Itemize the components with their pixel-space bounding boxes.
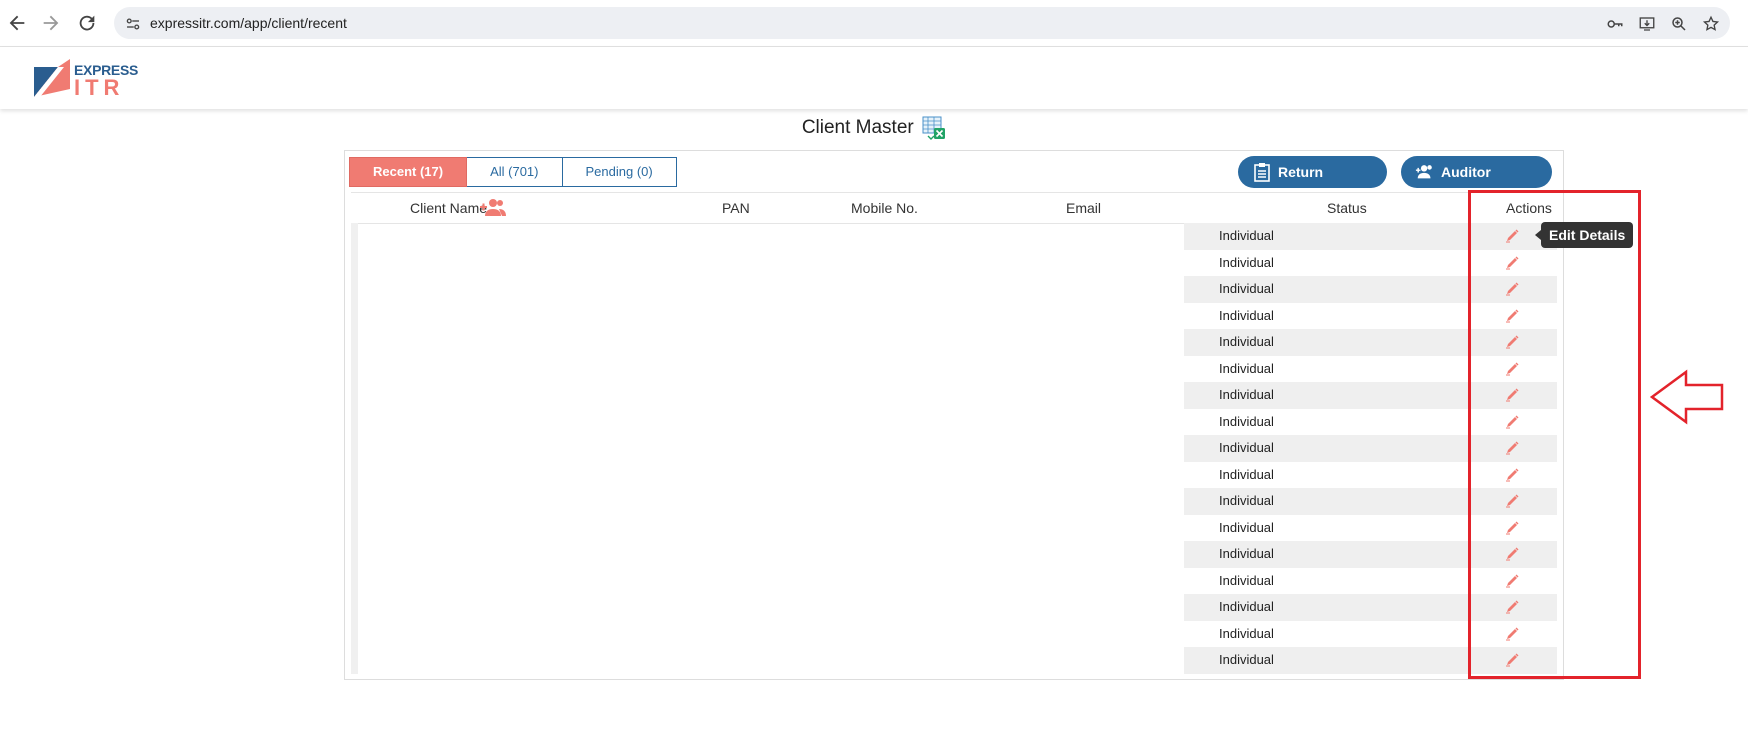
- status-text: Individual: [1219, 440, 1274, 455]
- logo-mark-icon: [34, 59, 70, 97]
- logo-itr-text: ITR: [74, 75, 125, 100]
- row-left-bar: [351, 435, 358, 462]
- status-text: Individual: [1219, 360, 1274, 376]
- table-row: Individual: [351, 408, 1557, 435]
- status-text: Individual: [1219, 387, 1274, 402]
- column-pan: PAN: [722, 200, 750, 216]
- url-text: expressitr.com/app/client/recent: [150, 15, 347, 31]
- site-settings-icon[interactable]: [124, 15, 142, 33]
- auditor-master-button[interactable]: Auditor Master: [1401, 156, 1552, 212]
- row-left-bar: [351, 514, 358, 541]
- row-left-bar: [351, 594, 358, 621]
- status-text: Individual: [1219, 625, 1274, 641]
- row-left-bar: [351, 461, 358, 488]
- row-left-bar: [351, 647, 358, 674]
- table-row: Individual: [351, 382, 1557, 409]
- status-text: Individual: [1219, 546, 1274, 561]
- status-text: Individual: [1219, 652, 1274, 667]
- tab-all[interactable]: All (701): [467, 157, 563, 187]
- column-email: Email: [1066, 200, 1102, 216]
- status-text: Individual: [1219, 599, 1274, 614]
- clipboard-icon: [1254, 163, 1270, 182]
- table-row: Individual: [351, 249, 1557, 276]
- table-row: Individual: [351, 329, 1557, 356]
- status-text: Individual: [1219, 334, 1274, 349]
- row-left-bar: [351, 249, 358, 276]
- table-row: Individual: [351, 541, 1557, 568]
- add-users-icon: [1415, 165, 1432, 179]
- table-row: Individual: [351, 594, 1557, 621]
- row-left-bar: [351, 355, 358, 382]
- table-row: Individual: [351, 488, 1557, 515]
- password-key-icon[interactable]: [1606, 15, 1624, 33]
- row-left-bar: [351, 302, 358, 329]
- table-row: Individual: [351, 223, 1557, 250]
- page-title-area: Client Master: [0, 116, 1748, 140]
- table-row: Individual: [351, 355, 1557, 382]
- excel-export-icon[interactable]: [922, 116, 946, 140]
- status-text: Individual: [1219, 254, 1274, 270]
- address-bar[interactable]: expressitr.com/app/client/recent: [114, 7, 1730, 39]
- table-row: Individual: [351, 435, 1557, 462]
- status-text: Individual: [1219, 493, 1274, 508]
- client-tabs: Recent (17) All (701) Pending (0): [349, 157, 677, 187]
- bookmark-star-icon[interactable]: [1702, 15, 1720, 33]
- row-left-bar: [351, 382, 358, 409]
- back-arrow-icon[interactable]: [6, 12, 28, 34]
- row-left-bar: [351, 329, 358, 356]
- zoom-icon[interactable]: [1670, 15, 1688, 33]
- table-row: Individual: [351, 276, 1557, 303]
- row-left-bar: [351, 541, 358, 568]
- forward-arrow-icon[interactable]: [40, 12, 62, 34]
- status-text: Individual: [1219, 413, 1274, 429]
- row-left-bar: [351, 567, 358, 594]
- install-app-icon[interactable]: [1638, 15, 1656, 33]
- table-row: Individual: [351, 620, 1557, 647]
- row-left-bar: [351, 408, 358, 435]
- row-left-bar: [351, 223, 358, 250]
- page-title: Client Master: [801, 117, 914, 138]
- client-rows: Individual Individual Individual Individual…: [351, 223, 1557, 674]
- status-text: Individual: [1219, 228, 1274, 243]
- column-status: Status: [1327, 200, 1367, 216]
- add-client-icon[interactable]: [479, 198, 507, 216]
- express-itr-logo[interactable]: EXPRESS ITR: [34, 59, 144, 100]
- row-left-bar: [351, 620, 358, 647]
- table-row: Individual: [351, 567, 1557, 594]
- table-row: Individual: [351, 302, 1557, 329]
- column-mobile: Mobile No.: [851, 200, 918, 216]
- row-left-bar: [351, 488, 358, 515]
- return-register-button[interactable]: Return Register: [1238, 156, 1387, 212]
- row-left-bar: [351, 276, 358, 303]
- left-arrow-annotation-icon: [1650, 369, 1724, 425]
- column-client-name: Client Name: [410, 200, 488, 216]
- app-header: EXPRESS ITR: [0, 47, 1748, 109]
- tab-recent[interactable]: Recent (17): [349, 157, 468, 187]
- status-text: Individual: [1219, 572, 1274, 588]
- table-row: Individual: [351, 461, 1557, 488]
- status-text: Individual: [1219, 281, 1274, 296]
- table-row: Individual: [351, 647, 1557, 674]
- table-row: Individual: [351, 514, 1557, 541]
- actions-highlight-box: [1468, 190, 1641, 679]
- reload-icon[interactable]: [76, 12, 98, 34]
- client-panel: Recent (17) All (701) Pending (0) Return…: [344, 150, 1564, 680]
- table-header: Client Name PAN Mobile No. Email Status …: [351, 192, 1557, 224]
- status-text: Individual: [1219, 307, 1274, 323]
- status-text: Individual: [1219, 519, 1274, 535]
- browser-toolbar: expressitr.com/app/client/recent: [0, 0, 1748, 47]
- tab-pending[interactable]: Pending (0): [562, 157, 677, 187]
- status-text: Individual: [1219, 466, 1274, 482]
